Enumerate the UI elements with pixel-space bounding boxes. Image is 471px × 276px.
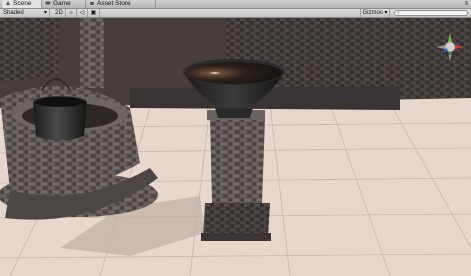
mode-2d-toggle[interactable]: 2D — [53, 9, 66, 17]
x-axis-cone-icon — [455, 45, 464, 49]
asset-store-icon — [89, 0, 95, 6]
chevron-down-icon: ▾ — [43, 10, 47, 16]
hierarchy-search-input[interactable]: ⌕ — [394, 10, 468, 16]
y-axis-cone-icon — [448, 33, 452, 42]
gizmos-dropdown[interactable]: Gizmos ▾ — [360, 9, 390, 17]
tab-game[interactable]: Game — [42, 0, 86, 8]
search-icon: ⌕ — [397, 10, 400, 16]
tab-menu-icon[interactable]: ≡ — [464, 0, 468, 8]
tab-scene-label: Scene — [13, 0, 32, 7]
tab-asset-store-label: Asset Store — [97, 0, 131, 7]
shading-mode-dropdown[interactable]: Shaded ▾ — [0, 9, 50, 17]
effects-toggle[interactable]: ▣ — [88, 9, 100, 17]
scene-toolbar: Shaded ▾ 2D ☼ ◁ ▣ Gizmos ▾ ⌕ — [0, 9, 471, 18]
scene-viewport[interactable]: Persp — [0, 18, 471, 276]
view-orientation-gizmo[interactable] — [434, 31, 466, 63]
scene-render — [0, 18, 471, 276]
editor-tab-bar: Scene Game Asset Store ≡ — [0, 0, 471, 9]
tab-scene[interactable]: Scene — [2, 0, 42, 8]
tab-asset-store[interactable]: Asset Store — [86, 0, 156, 8]
projection-label[interactable]: Persp — [443, 51, 459, 57]
scene-icon — [5, 0, 11, 6]
shading-mode-value: Shaded — [3, 10, 24, 16]
audio-toggle[interactable]: ◁ — [77, 9, 88, 17]
lighting-toggle[interactable]: ☼ — [66, 9, 77, 17]
game-icon — [45, 0, 51, 6]
tab-game-label: Game — [53, 0, 71, 7]
